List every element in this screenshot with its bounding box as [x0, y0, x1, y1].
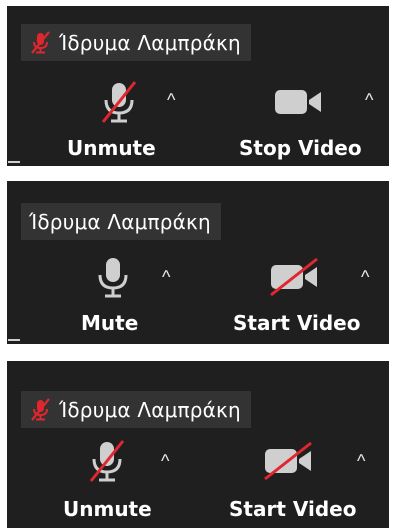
mic-muted-red-icon	[29, 397, 51, 422]
audio-options-caret[interactable]: ^	[162, 267, 170, 288]
edge-marker	[8, 339, 20, 341]
video-options-caret[interactable]: ^	[361, 267, 369, 288]
participant-name-bar: Ίδρυμα Λαμπράκη	[21, 391, 251, 428]
video-off-icon	[267, 257, 321, 297]
participant-name: Ίδρυμα Λαμπράκη	[59, 30, 241, 55]
mic-muted-red-icon	[29, 30, 51, 55]
unmute-label: Unmute	[67, 136, 156, 160]
edge-marker	[8, 161, 20, 163]
participant-name-bar: Ίδρυμα Λαμπράκη	[21, 203, 221, 240]
unmute-label: Unmute	[63, 497, 152, 521]
mic-icon	[93, 255, 133, 301]
toolbar-panel-3: Ίδρυμα Λαμπράκη ^ Unmute ^ Start Video	[7, 361, 389, 528]
stop-video-label: Stop Video	[239, 136, 362, 160]
mic-off-icon	[99, 80, 139, 126]
mute-button[interactable]	[93, 255, 133, 301]
audio-options-caret[interactable]: ^	[161, 451, 169, 472]
video-options-caret[interactable]: ^	[357, 451, 365, 472]
start-video-label: Start Video	[233, 311, 361, 335]
mute-label: Mute	[81, 311, 139, 335]
video-options-caret[interactable]: ^	[365, 90, 373, 111]
audio-options-caret[interactable]: ^	[167, 90, 175, 111]
start-video-button[interactable]	[261, 441, 315, 481]
mic-off-icon	[87, 439, 127, 485]
video-off-icon	[261, 441, 315, 481]
toolbar-panel-2: Ίδρυμα Λαμπράκη ^ Mute ^ Start Video	[7, 181, 389, 344]
unmute-button[interactable]	[87, 439, 127, 485]
participant-name: Ίδρυμα Λαμπράκη	[29, 209, 211, 234]
unmute-button[interactable]	[99, 80, 139, 126]
participant-name: Ίδρυμα Λαμπράκη	[59, 397, 241, 422]
toolbar-panel-1: Ίδρυμα Λαμπράκη ^ Unmute ^ Stop Video	[7, 6, 389, 166]
video-camera-icon	[273, 86, 325, 118]
start-video-label: Start Video	[229, 497, 357, 521]
participant-name-bar: Ίδρυμα Λαμπράκη	[21, 24, 251, 61]
stop-video-button[interactable]	[273, 86, 325, 118]
start-video-button[interactable]	[267, 257, 321, 297]
